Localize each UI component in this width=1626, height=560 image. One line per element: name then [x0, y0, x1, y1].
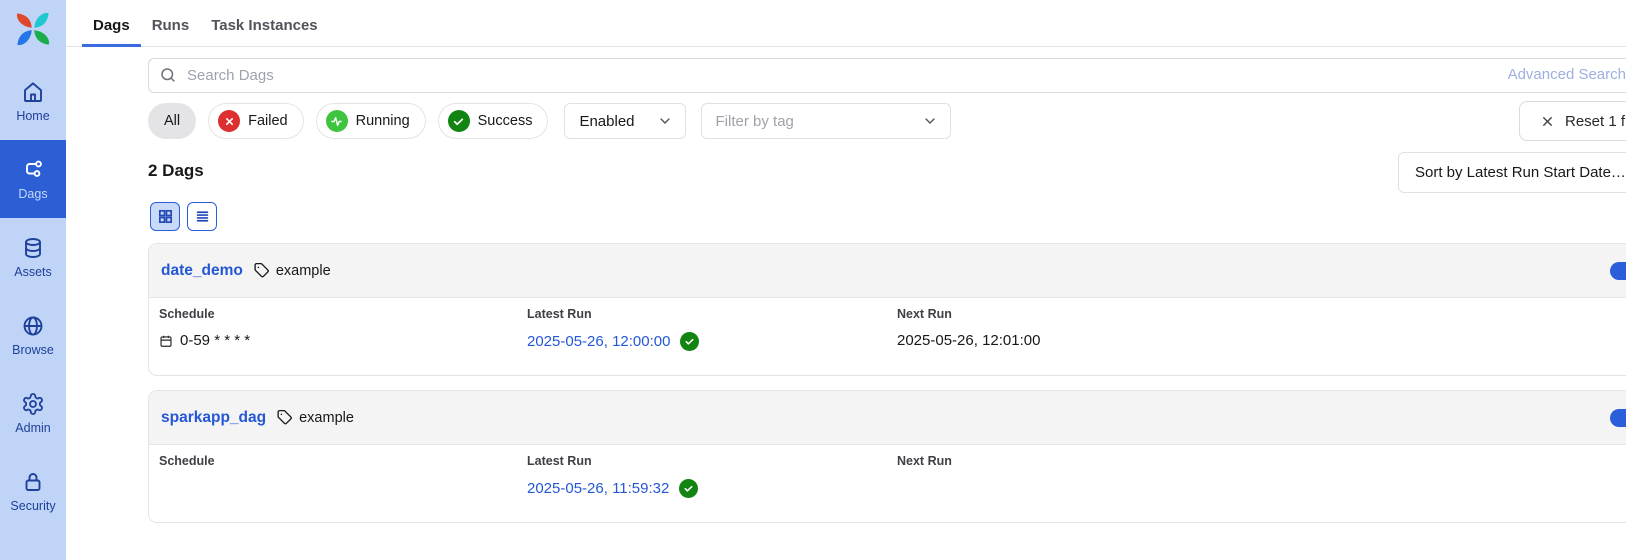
- sort-select-value: Sort by Latest Run Start Date…: [1415, 164, 1626, 181]
- sidebar-nav: Home Dags Assets Browse Admin: [0, 62, 66, 530]
- sidebar-item-label: Admin: [15, 421, 50, 435]
- sort-select[interactable]: Sort by Latest Run Start Date…: [1398, 152, 1626, 193]
- latest-run-label: Latest Run: [527, 307, 699, 321]
- dag-name-link[interactable]: sparkapp_dag: [161, 409, 266, 427]
- failed-status-icon: [218, 110, 240, 132]
- dag-card: date_demo example Schedule 0-59 * * * *: [148, 243, 1626, 376]
- page-tabs: Dags Runs Task Instances: [66, 0, 1626, 47]
- next-run-label: Next Run: [897, 454, 952, 468]
- grid-view-icon: [157, 208, 174, 225]
- filter-chip-success[interactable]: Success: [438, 103, 549, 139]
- list-view-icon: [194, 208, 211, 225]
- schedule-label: Schedule: [159, 307, 250, 321]
- chip-label: Success: [478, 113, 533, 129]
- run-success-badge[interactable]: [680, 332, 699, 351]
- schedule-label: Schedule: [159, 454, 215, 468]
- latest-run-link[interactable]: 2025-05-26, 11:59:32: [527, 480, 669, 497]
- reset-filters-label: Reset 1 filter: [1565, 113, 1626, 130]
- airflow-logo[interactable]: [0, 0, 66, 58]
- sidebar: Home Dags Assets Browse Admin: [0, 0, 66, 560]
- latest-run-link[interactable]: 2025-05-26, 12:00:00: [527, 333, 670, 350]
- select-placeholder: Filter by tag: [716, 113, 794, 130]
- close-icon: [1540, 114, 1555, 129]
- card-view-button[interactable]: [150, 202, 180, 231]
- latest-run-label: Latest Run: [527, 454, 698, 468]
- dags-icon: [21, 158, 45, 182]
- dag-card-controls: [1610, 262, 1626, 280]
- dag-count-heading: 2 Dags: [148, 161, 204, 181]
- sidebar-item-label: Security: [10, 499, 55, 513]
- chevron-down-icon: [657, 113, 673, 129]
- dag-card: sparkapp_dag example Schedule Latest Run…: [148, 390, 1626, 523]
- advanced-search-link[interactable]: Advanced Search: [1508, 66, 1626, 83]
- main-content: Dags Runs Task Instances Advanced Search…: [66, 0, 1626, 560]
- tag-filter-select[interactable]: Filter by tag: [701, 103, 951, 139]
- dag-card-controls: [1610, 409, 1626, 427]
- next-run-label: Next Run: [897, 307, 1040, 321]
- check-icon: [683, 483, 694, 494]
- select-value: Enabled: [579, 113, 634, 130]
- success-status-icon: [448, 110, 470, 132]
- filter-chip-failed[interactable]: Failed: [208, 103, 304, 139]
- sidebar-item-label: Assets: [14, 265, 52, 279]
- check-icon: [684, 336, 695, 347]
- chip-label: All: [164, 113, 180, 129]
- dag-tag[interactable]: example: [276, 263, 331, 279]
- reset-filters-button[interactable]: Reset 1 filter: [1519, 101, 1626, 141]
- tab-dags[interactable]: Dags: [82, 5, 141, 47]
- airflow-pinwheel-icon: [13, 9, 53, 49]
- dag-card-header: sparkapp_dag example: [149, 391, 1626, 445]
- tag-icon: [253, 262, 270, 279]
- next-run-column: Next Run 2025-05-26, 12:01:00: [897, 307, 1040, 349]
- dag-tag[interactable]: example: [299, 410, 354, 426]
- sidebar-item-admin[interactable]: Admin: [0, 374, 66, 452]
- sidebar-item-label: Home: [16, 109, 49, 123]
- filter-chips-row: All Failed Running Success Enabled: [148, 103, 1626, 139]
- lock-icon: [21, 470, 45, 494]
- dag-card-body: Schedule 0-59 * * * * Latest Run 2025-05…: [149, 298, 1626, 375]
- search-icon: [159, 66, 177, 84]
- home-icon: [21, 80, 45, 104]
- enabled-filter-select[interactable]: Enabled: [564, 103, 685, 139]
- schedule-column: Schedule 0-59 * * * *: [159, 307, 250, 349]
- running-status-icon: [326, 110, 348, 132]
- sidebar-item-label: Dags: [18, 187, 47, 201]
- latest-run-column: Latest Run 2025-05-26, 12:00:00: [527, 307, 699, 351]
- chip-label: Failed: [248, 113, 288, 129]
- calendar-icon: [159, 334, 173, 348]
- dag-enabled-toggle[interactable]: [1610, 409, 1626, 427]
- run-success-badge[interactable]: [679, 479, 698, 498]
- tab-runs[interactable]: Runs: [141, 5, 201, 47]
- database-icon: [21, 236, 45, 260]
- dag-enabled-toggle[interactable]: [1610, 262, 1626, 280]
- tab-task-instances[interactable]: Task Instances: [200, 5, 328, 47]
- dag-card-body: Schedule Latest Run 2025-05-26, 11:59:32…: [149, 445, 1626, 522]
- next-run-column: Next Run: [897, 454, 952, 468]
- sidebar-item-dags[interactable]: Dags: [0, 140, 66, 218]
- chip-label: Running: [356, 113, 410, 129]
- schedule-value: 0-59 * * * *: [180, 332, 250, 349]
- tag-icon: [276, 409, 293, 426]
- dag-name-link[interactable]: date_demo: [161, 262, 243, 280]
- search-input[interactable]: [148, 58, 1626, 93]
- view-toggle-group: [150, 202, 217, 231]
- latest-run-column: Latest Run 2025-05-26, 11:59:32: [527, 454, 698, 498]
- sidebar-item-label: Browse: [12, 343, 54, 357]
- filter-chip-running[interactable]: Running: [316, 103, 426, 139]
- filter-chip-all[interactable]: All: [148, 103, 196, 139]
- next-run-value: 2025-05-26, 12:01:00: [897, 332, 1040, 349]
- search-bar: Advanced Search Ctrl+K: [148, 58, 1626, 93]
- chevron-down-icon: [922, 113, 938, 129]
- sidebar-item-security[interactable]: Security: [0, 452, 66, 530]
- list-view-button[interactable]: [187, 202, 217, 231]
- sidebar-item-home[interactable]: Home: [0, 62, 66, 140]
- globe-icon: [21, 314, 45, 338]
- gear-icon: [21, 392, 45, 416]
- sidebar-item-assets[interactable]: Assets: [0, 218, 66, 296]
- schedule-column: Schedule: [159, 454, 215, 468]
- dag-card-header: date_demo example: [149, 244, 1626, 298]
- sidebar-item-browse[interactable]: Browse: [0, 296, 66, 374]
